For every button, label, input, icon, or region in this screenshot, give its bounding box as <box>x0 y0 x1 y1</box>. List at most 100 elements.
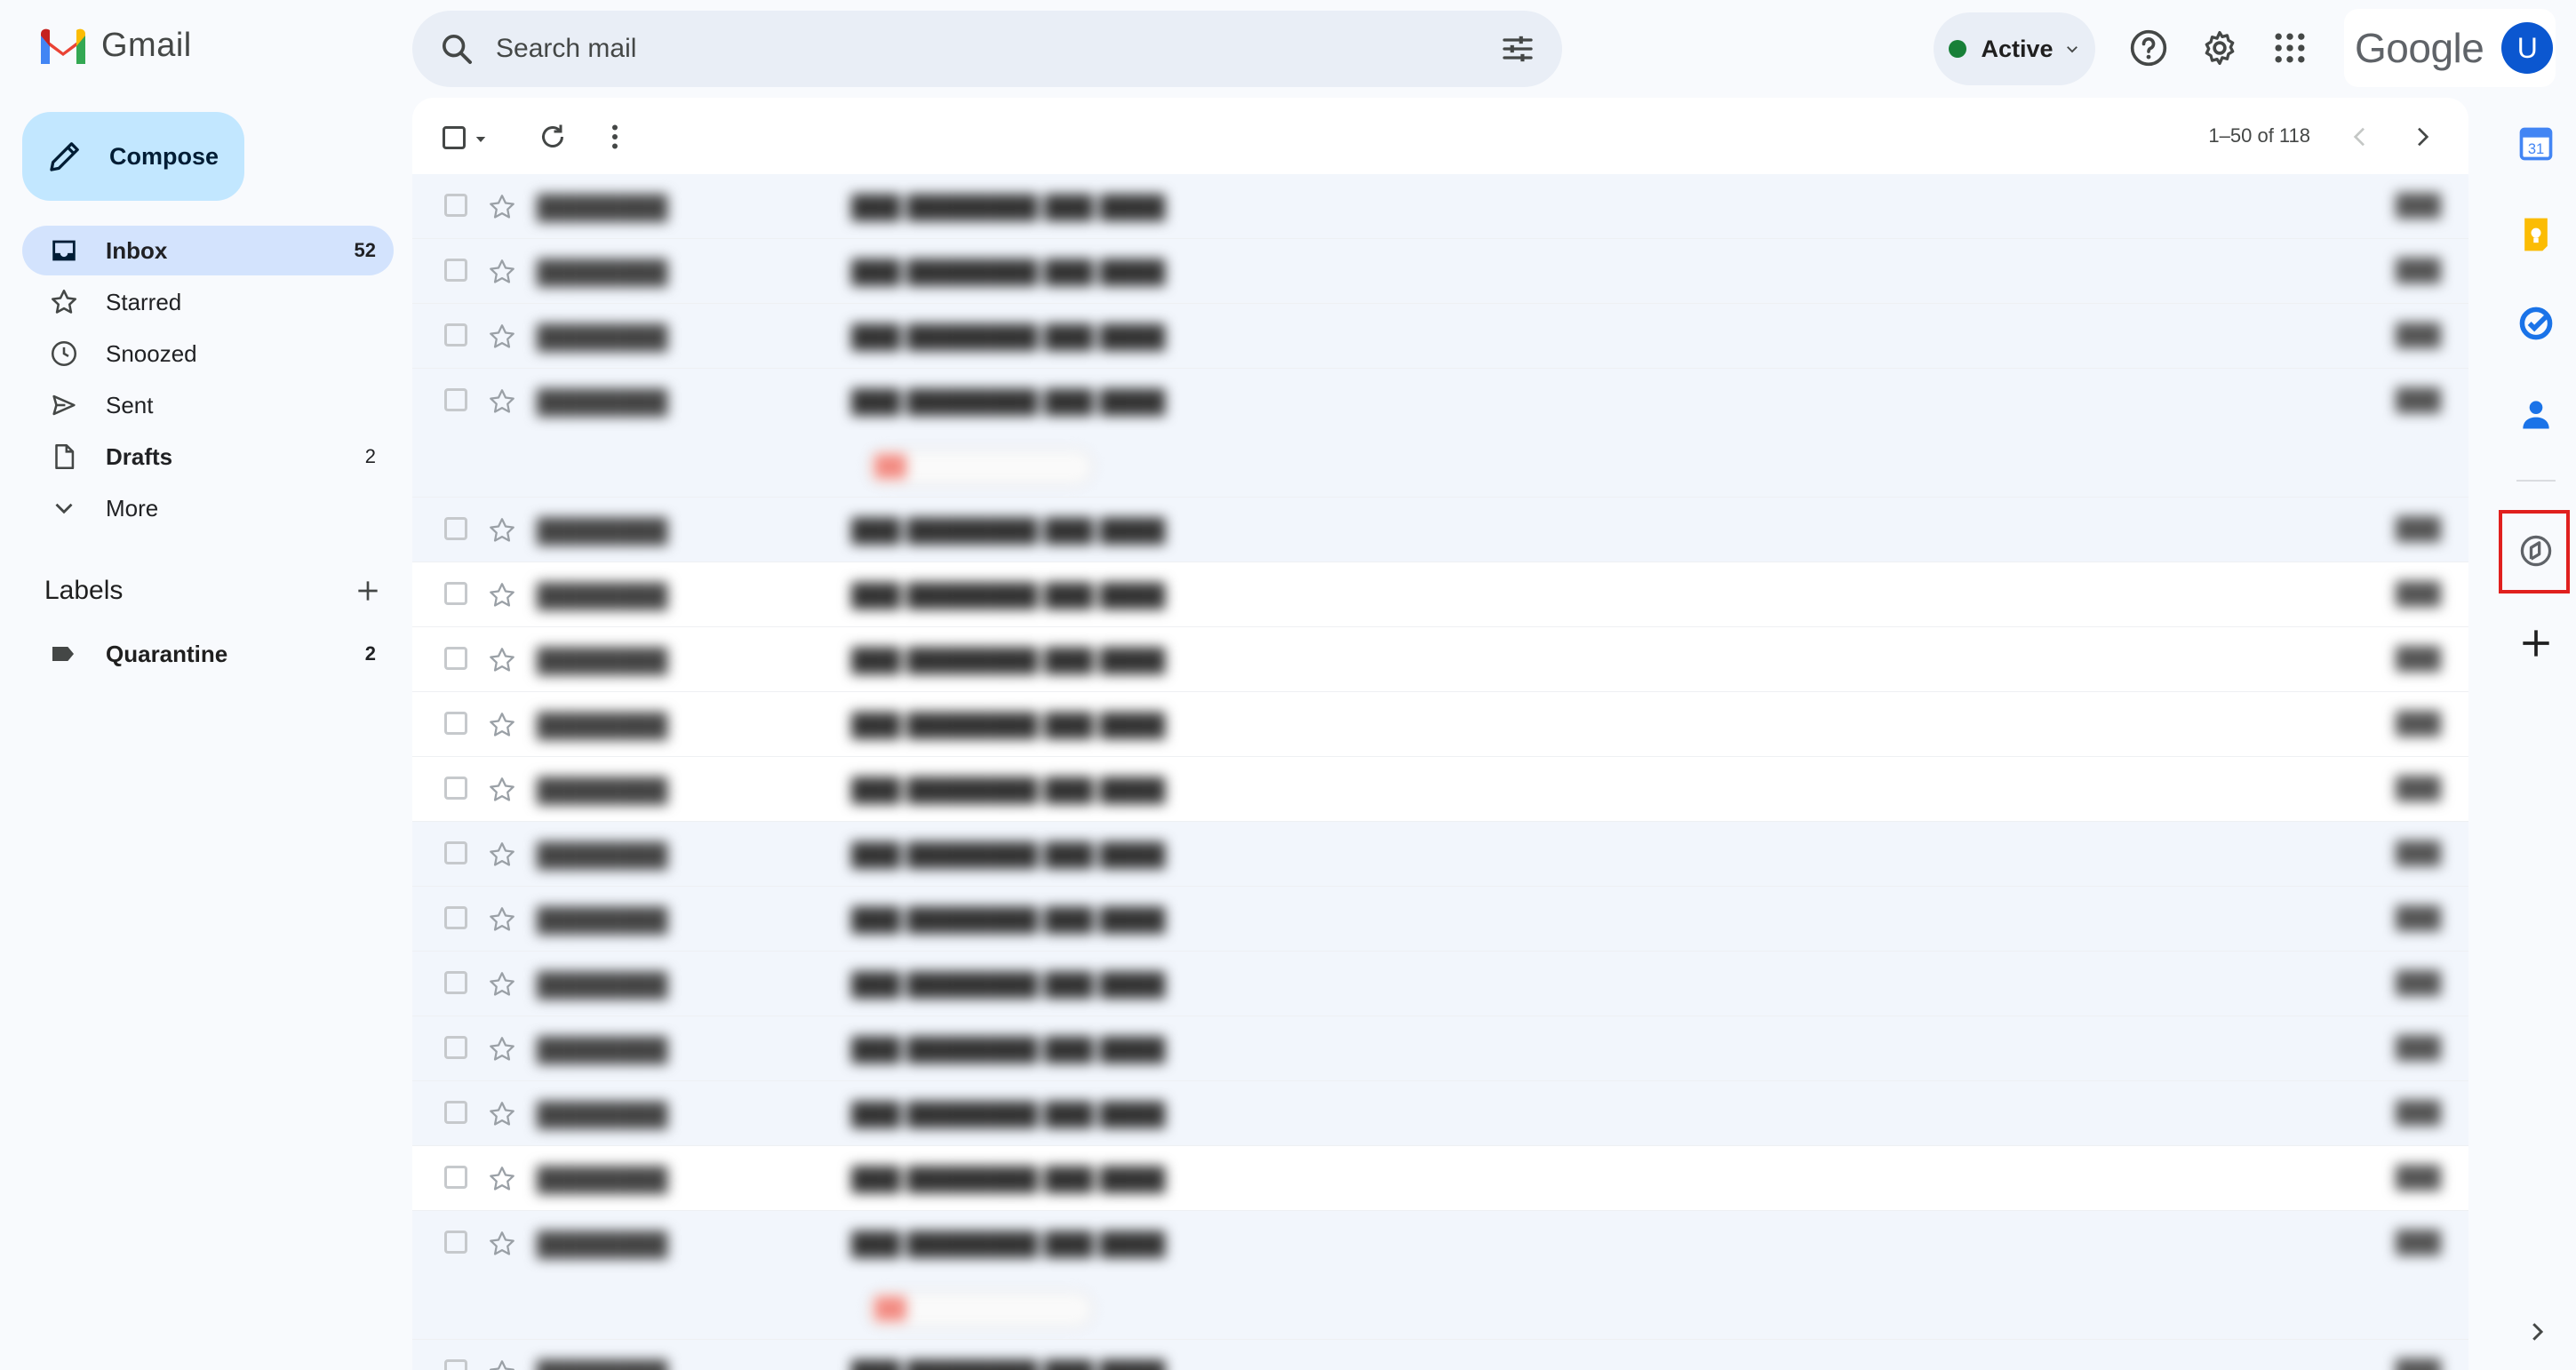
select-dropdown-icon[interactable] <box>473 131 489 147</box>
star-icon[interactable] <box>487 192 517 222</box>
row-checkbox[interactable] <box>444 517 467 540</box>
table-row[interactable]: ████████ ███ ████████ ███ ████ ███ <box>412 174 2468 239</box>
row-checkbox[interactable] <box>444 1101 467 1124</box>
row-checkbox[interactable] <box>444 841 467 864</box>
newer-page-icon[interactable] <box>2346 123 2374 151</box>
row-subject: ███ ████████ ███ ████ <box>851 259 1166 285</box>
star-icon[interactable] <box>487 1099 517 1129</box>
avatar[interactable]: U <box>2501 22 2554 74</box>
row-subject: ███ ████████ ███ ████ <box>851 582 1166 609</box>
nav-label: Starred <box>106 288 182 315</box>
table-row[interactable]: ████████ ███ ████████ ███ ████ ███ <box>412 562 2468 627</box>
expand-side-panel-icon[interactable] <box>2524 1318 2550 1345</box>
star-icon[interactable] <box>487 1229 517 1259</box>
table-row[interactable]: ████████ ███ ████████ ███ ████ ███ <box>412 304 2468 369</box>
status-selector[interactable]: Active <box>1934 12 2095 85</box>
row-checkbox[interactable] <box>444 1036 467 1059</box>
star-icon[interactable] <box>487 904 517 935</box>
row-date: ███ <box>2396 259 2442 283</box>
search-icon[interactable] <box>439 31 475 67</box>
nav-item-inbox[interactable]: Inbox 52 <box>22 226 394 275</box>
more-vert-icon[interactable] <box>599 121 631 153</box>
search-input[interactable] <box>494 33 1500 65</box>
star-icon[interactable] <box>487 1034 517 1064</box>
compose-button[interactable]: Compose <box>22 112 244 201</box>
labels-header: Labels <box>44 576 382 606</box>
star-icon[interactable] <box>487 645 517 675</box>
row-subject: ███ ████████ ███ ████ <box>851 517 1166 544</box>
star-icon[interactable] <box>487 515 517 546</box>
star-icon[interactable] <box>487 1164 517 1194</box>
row-date: ███ <box>2396 194 2442 218</box>
row-checkbox[interactable] <box>444 971 467 994</box>
table-row[interactable]: ████████ ███ ████████ ███ ████ ███ <box>412 1211 2468 1340</box>
apps-grid-icon[interactable] <box>2270 28 2309 68</box>
table-row[interactable]: ████████ ███ ████████ ███ ████ ███ <box>412 1146 2468 1211</box>
table-row[interactable]: ████████ ███ ████████ ███ ████ ███ <box>412 627 2468 692</box>
star-icon[interactable] <box>487 840 517 870</box>
table-row[interactable]: ████████ ███ ████████ ███ ████ ███ <box>412 369 2468 498</box>
row-checkbox[interactable] <box>444 1166 467 1189</box>
row-date: ███ <box>2396 1359 2441 1370</box>
settings-icon[interactable] <box>2200 28 2239 68</box>
search-options-icon[interactable] <box>1500 31 1535 67</box>
star-icon[interactable] <box>487 1358 517 1370</box>
star-icon[interactable] <box>487 257 517 287</box>
label-icon <box>52 647 74 661</box>
row-checkbox[interactable] <box>444 582 467 605</box>
row-sender: ████████ <box>537 1359 667 1370</box>
table-row[interactable]: ████████ ███ ████████ ███ ████ ███ <box>412 498 2468 562</box>
table-row[interactable]: ████████ ███ ████████ ███ ████ ███ <box>412 239 2468 304</box>
row-date: ███ <box>2396 712 2442 736</box>
keep-icon[interactable] <box>2516 215 2556 254</box>
row-checkbox[interactable] <box>444 194 467 217</box>
row-checkbox[interactable] <box>444 259 467 282</box>
star-icon[interactable] <box>487 969 517 1000</box>
help-icon[interactable] <box>2129 28 2168 68</box>
star-icon[interactable] <box>487 775 517 805</box>
row-checkbox[interactable] <box>444 777 467 800</box>
nav-item-more[interactable]: More <box>22 483 394 533</box>
nav-item-drafts[interactable]: Drafts 2 <box>22 432 394 482</box>
contacts-icon[interactable] <box>2516 394 2556 434</box>
star-icon[interactable] <box>487 710 517 740</box>
star-icon[interactable] <box>487 322 517 352</box>
older-page-icon[interactable] <box>2408 123 2436 151</box>
row-date: ███ <box>2396 1166 2442 1190</box>
table-row[interactable]: ████████ ███ ████████ ███ ████ ███ <box>412 822 2468 887</box>
nav-item-snoozed[interactable]: Snoozed <box>22 329 394 378</box>
refresh-icon[interactable] <box>537 121 569 153</box>
table-row[interactable]: ████████ ███ ████████ ███ ████ ███ <box>412 952 2468 1016</box>
star-icon[interactable] <box>487 386 517 417</box>
row-sender: ████████ <box>537 971 668 998</box>
row-subject: ███ ████████ ███ ████ <box>851 1231 1166 1257</box>
table-row[interactable]: ████████ ███ ████████ ███ ████ ███ <box>412 757 2468 822</box>
star-icon[interactable] <box>487 580 517 610</box>
row-checkbox[interactable] <box>444 323 467 346</box>
table-row[interactable]: ████████ ███ ████████ ███ ████ ███ <box>412 887 2468 952</box>
table-row[interactable]: ████████ ███ ████████ ███ ████ ███ <box>412 1016 2468 1081</box>
nav-item-starred[interactable]: Starred <box>22 277 394 327</box>
row-checkbox[interactable] <box>444 647 467 670</box>
select-all-checkbox[interactable] <box>443 126 466 149</box>
row-checkbox[interactable] <box>444 388 467 411</box>
table-row[interactable]: ████████ ███ ████████ ███ ████ ███ <box>412 692 2468 757</box>
nav-item-sent[interactable]: Sent <box>22 380 394 430</box>
table-row[interactable]: ████████ ███ ████████ ███ ████ ███ <box>412 1340 2468 1370</box>
row-subject: ███ ████████ ███ ████ <box>851 323 1166 350</box>
row-checkbox[interactable] <box>444 712 467 735</box>
add-addon-icon[interactable] <box>2516 624 2556 663</box>
table-row[interactable]: ████████ ███ ████████ ███ ████ ███ <box>412 1081 2468 1146</box>
calendar-app[interactable]: 31 <box>2516 124 2556 163</box>
folder-nav: Inbox 52 Starred Snoozed Sent Drafts 2 M… <box>22 226 394 535</box>
add-label-icon[interactable] <box>354 577 382 605</box>
row-checkbox[interactable] <box>444 1231 467 1254</box>
row-date: ███ <box>2396 841 2442 865</box>
account-switcher[interactable]: Google U <box>2344 9 2556 87</box>
tasks-icon[interactable] <box>2516 304 2556 343</box>
label-item-quarantine[interactable]: Quarantine 2 <box>22 629 394 679</box>
search-bar[interactable] <box>412 11 1562 87</box>
row-checkbox[interactable] <box>444 1359 467 1370</box>
gmail-logo[interactable]: Gmail <box>37 25 192 66</box>
row-checkbox[interactable] <box>444 906 467 929</box>
